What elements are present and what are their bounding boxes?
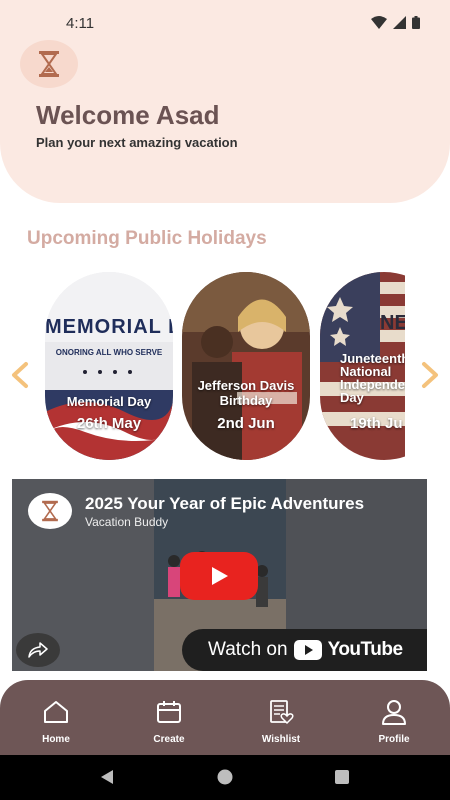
status-bar: 4:11 <box>0 0 450 48</box>
status-icons <box>371 16 420 29</box>
nav-label-wishlist: Wishlist <box>261 734 301 745</box>
hourglass-icon <box>39 51 59 77</box>
system-navigation-bar <box>0 755 450 800</box>
nav-item-create[interactable]: Create <box>129 680 209 755</box>
holiday-card-memorial-day[interactable]: MEMORIAL DA ONORING ALL WHO SERVE Memori… <box>45 272 173 460</box>
home-icon <box>44 701 68 723</box>
wifi-icon <box>371 16 387 29</box>
holiday-card-juneteenth[interactable]: NETE Juneteenth National Independence Da… <box>320 272 405 460</box>
play-icon <box>212 567 228 585</box>
holiday-name: Juneteenth National Independence Day <box>340 351 405 405</box>
bottom-navigation: Home Create Wishlist Profile <box>0 680 450 755</box>
juneteenth-banner-text: NETE <box>380 312 405 334</box>
youtube-logo-icon <box>293 640 322 660</box>
calendar-icon <box>157 701 181 723</box>
carousel-prev-arrow-icon[interactable] <box>8 360 32 390</box>
carousel-next-arrow-icon[interactable] <box>418 360 442 390</box>
status-time: 4:11 <box>66 15 95 32</box>
holiday-carousel[interactable]: MEMORIAL DA ONORING ALL WHO SERVE Memori… <box>45 272 405 462</box>
holiday-date: 26th May <box>76 415 142 432</box>
welcome-title: Welcome Asad <box>36 100 220 130</box>
app-logo <box>20 40 78 88</box>
channel-avatar[interactable] <box>28 493 72 529</box>
watch-on-label: Watch on <box>208 639 288 660</box>
video-title[interactable]: 2025 Your Year of Epic Adventures <box>85 494 364 514</box>
signal-icon <box>393 16 406 29</box>
back-icon[interactable] <box>99 769 115 785</box>
memorial-banner-subtext: ONORING ALL WHO SERVE <box>55 348 163 357</box>
youtube-wordmark: YouTube <box>327 639 403 660</box>
youtube-video-embed[interactable]: 2025 Your Year of Epic Adventures Vacati… <box>12 479 427 671</box>
hourglass-icon <box>42 500 58 522</box>
holiday-name: Memorial Day <box>66 394 152 409</box>
battery-icon <box>412 16 420 29</box>
recents-icon[interactable] <box>334 769 350 785</box>
play-button[interactable] <box>180 552 258 600</box>
person-icon <box>382 700 406 725</box>
video-channel-name[interactable]: Vacation Buddy <box>85 515 168 529</box>
holiday-date: 19th Ju <box>350 415 403 432</box>
holiday-card-jefferson-davis-birthday[interactable]: Jefferson Davis Birthday 2nd Jun <box>182 272 310 460</box>
home-circle-icon[interactable] <box>217 769 233 785</box>
nav-item-wishlist[interactable]: Wishlist <box>241 680 321 755</box>
share-button[interactable] <box>16 633 60 667</box>
nav-label-create: Create <box>153 734 185 745</box>
welcome-subtitle: Plan your next amazing vacation <box>36 135 238 150</box>
share-arrow-icon <box>28 642 48 658</box>
nav-label-home: Home <box>42 734 70 745</box>
holiday-name: Jefferson Davis Birthday <box>197 378 295 408</box>
nav-item-profile[interactable]: Profile <box>354 680 434 755</box>
memorial-banner-text: MEMORIAL DA <box>45 316 173 338</box>
watch-on-youtube-button[interactable]: Watch on YouTube <box>182 629 427 671</box>
wishlist-icon <box>270 700 294 725</box>
nav-item-home[interactable]: Home <box>16 680 96 755</box>
holidays-section-title: Upcoming Public Holidays <box>27 228 267 249</box>
holiday-date: 2nd Jun <box>217 415 275 432</box>
nav-label-profile: Profile <box>378 734 410 745</box>
